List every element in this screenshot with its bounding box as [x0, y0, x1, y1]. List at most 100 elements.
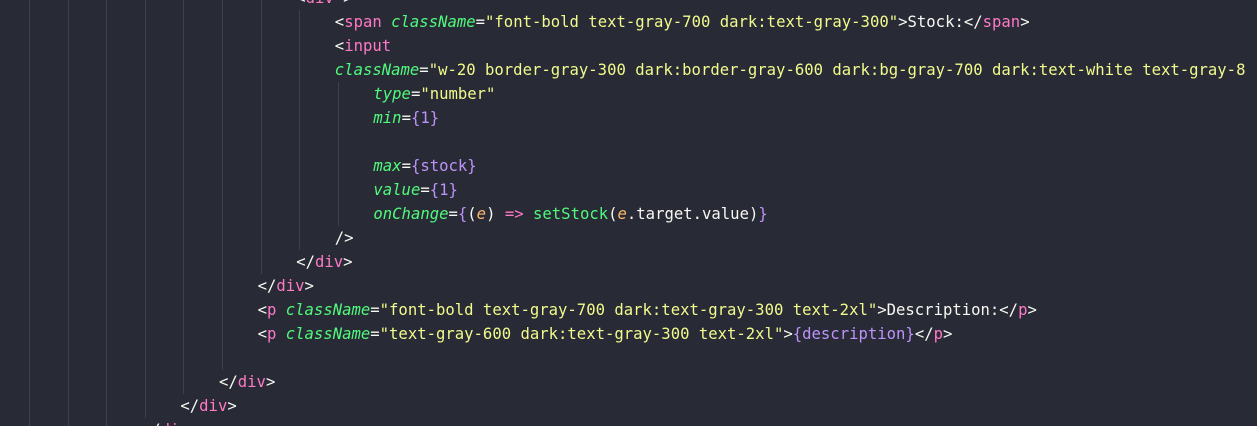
code-line[interactable]: <div > [296, 0, 352, 10]
code-token: "text-gray-600 dark:text-gray-300 text-2… [379, 325, 784, 343]
code-token: > [1020, 13, 1030, 31]
code-token: min [373, 109, 402, 127]
code-token: > [189, 421, 198, 426]
code-token: >Stock:</ [898, 13, 983, 31]
code-token: > [343, 253, 353, 271]
code-token: max [373, 157, 402, 175]
code-token: < [257, 301, 267, 319]
code-token: p [933, 325, 943, 343]
indent-guide [338, 82, 339, 226]
code-token: 1 [439, 181, 449, 199]
code-token: = [410, 85, 421, 103]
code-line[interactable]: </div> [296, 250, 352, 274]
code-token: > [1027, 301, 1037, 319]
code-token: .target.value) [626, 205, 759, 223]
indent-guide [145, 0, 146, 418]
code-token: ( [467, 205, 477, 223]
code-token: div [306, 0, 334, 7]
code-line[interactable]: <input [335, 34, 391, 58]
code-line[interactable]: type="number" [373, 82, 495, 106]
code-token: p [266, 325, 277, 343]
code-token: = [370, 301, 380, 319]
code-token: > [304, 277, 314, 295]
code-line[interactable]: value={1} [373, 178, 458, 202]
code-token: </ [142, 421, 161, 426]
code-token: </ [296, 253, 315, 271]
code-line[interactable]: <p className="font-bold text-gray-700 da… [258, 298, 1037, 322]
code-token: className [334, 61, 420, 79]
code-token: "number" [420, 85, 496, 103]
code-line[interactable]: min={1} [373, 106, 439, 130]
code-token: div [276, 277, 305, 295]
code-token: = [448, 205, 458, 223]
code-line[interactable]: onChange={(e) => setStock(e.target.value… [373, 202, 767, 226]
code-line[interactable]: max={stock} [373, 154, 476, 178]
code-line[interactable]: className="w-20 border-gray-300 dark:bor… [335, 58, 1246, 82]
code-token: > [227, 397, 237, 415]
code-token: </ [257, 277, 277, 295]
code-token: className [285, 301, 371, 319]
code-token: < [334, 13, 345, 31]
code-token: = [401, 109, 411, 127]
indent-guide [29, 0, 30, 426]
code-token: "font-bold text-gray-700 dark:text-gray-… [379, 301, 878, 319]
code-token: stock [420, 157, 468, 175]
code-token: { [410, 157, 421, 175]
code-token: { [792, 325, 803, 343]
indent-guide [261, 0, 262, 274]
code-token: > [334, 0, 352, 7]
code-token: < [257, 325, 267, 343]
code-line[interactable]: /> [335, 226, 354, 250]
code-token: description [802, 325, 906, 343]
code-line[interactable]: <p className="text-gray-600 dark:text-gr… [258, 322, 953, 346]
code-line[interactable]: </div> [258, 274, 314, 298]
code-token: /> [334, 229, 354, 247]
code-token: "w-20 border-gray-300 dark:border-gray-6… [428, 61, 1246, 79]
code-token: } [905, 325, 915, 343]
code-token: = [401, 157, 411, 175]
code-token: >Description:</ [877, 301, 1019, 319]
code-token: div [314, 253, 344, 271]
code-token: </ [914, 325, 934, 343]
indent-guide [106, 0, 107, 426]
code-token: span [982, 13, 1021, 31]
code-token: } [429, 109, 440, 127]
code-line[interactable]: <span className="font-bold text-gray-700… [335, 10, 1030, 34]
code-token: { [410, 109, 421, 127]
code-token: = [475, 13, 486, 31]
code-token: > [783, 325, 793, 343]
code-token: div [161, 421, 189, 426]
indent-guide [68, 0, 69, 426]
code-line[interactable]: </div> [219, 370, 275, 394]
code-token: onChange [373, 205, 449, 223]
code-token: 1 [420, 109, 430, 127]
code-token: span [344, 13, 382, 31]
code-token: div [237, 373, 266, 391]
code-token: setStock [533, 205, 609, 223]
code-token: { [429, 181, 440, 199]
code-token: { [457, 205, 468, 223]
code-token: ( [608, 205, 618, 223]
code-token: "font-bold text-gray-700 dark:text-gray-… [485, 13, 899, 31]
code-token: = [370, 325, 380, 343]
code-token: p [266, 301, 277, 319]
code-line[interactable]: </div> [142, 418, 198, 426]
code-line[interactable]: </div> [180, 394, 236, 418]
code-token: </ [180, 397, 200, 415]
code-token: className [391, 13, 476, 31]
code-token: > [265, 373, 276, 391]
code-token: } [467, 157, 477, 175]
code-token: < [296, 0, 305, 7]
indent-guide [299, 10, 300, 250]
code-token: < [334, 37, 345, 55]
indent-guide [183, 0, 184, 394]
code-token: input [344, 37, 392, 55]
code-token: > [942, 325, 953, 343]
code-token: div [199, 397, 228, 415]
code-token: } [448, 181, 458, 199]
code-token: className [285, 325, 371, 343]
code-editor[interactable]: <div ><span className="font-bold text-gr… [0, 0, 1257, 426]
